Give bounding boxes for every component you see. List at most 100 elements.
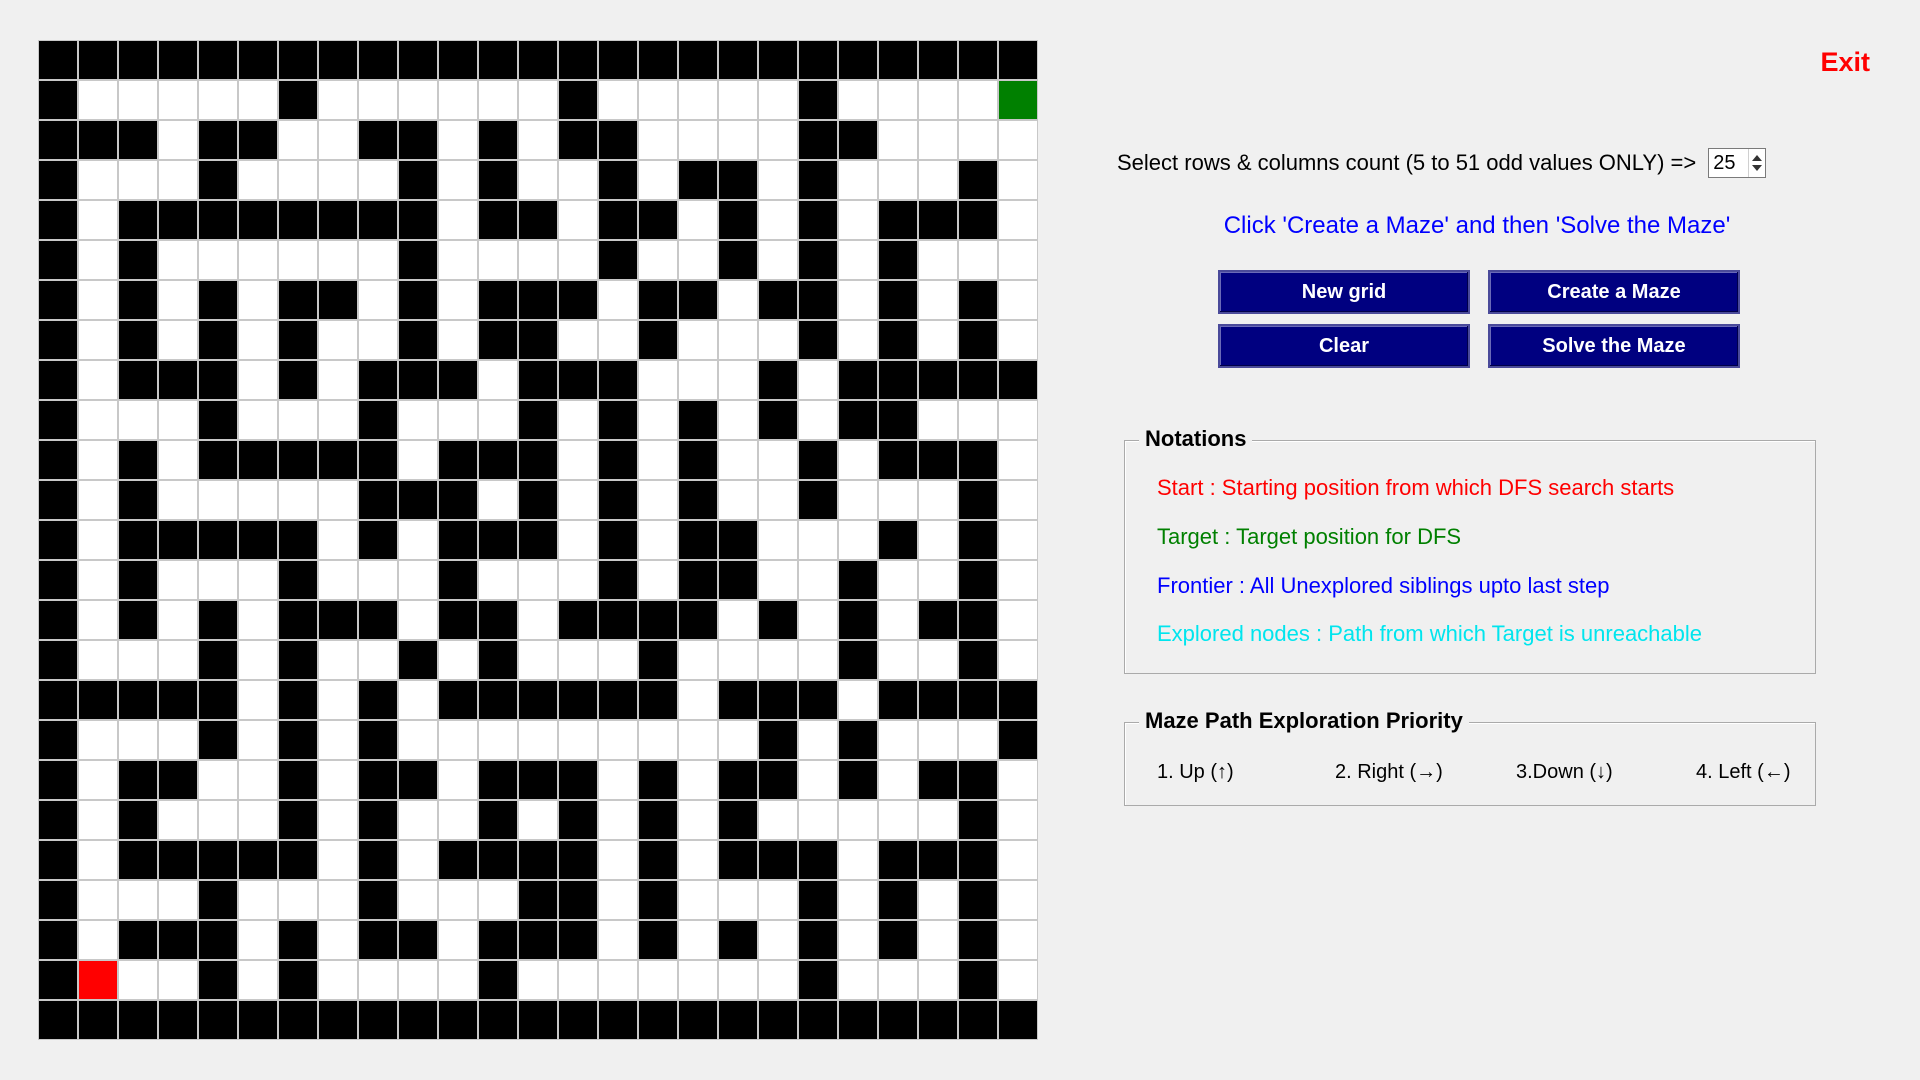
maze-open-cell[interactable] — [118, 400, 158, 440]
maze-open-cell[interactable] — [638, 440, 678, 480]
maze-open-cell[interactable] — [718, 720, 758, 760]
maze-wall-cell[interactable] — [118, 280, 158, 320]
maze-open-cell[interactable] — [78, 200, 118, 240]
maze-open-cell[interactable] — [918, 520, 958, 560]
maze-open-cell[interactable] — [838, 800, 878, 840]
maze-wall-cell[interactable] — [598, 360, 638, 400]
maze-wall-cell[interactable] — [798, 160, 838, 200]
maze-open-cell[interactable] — [678, 880, 718, 920]
maze-open-cell[interactable] — [118, 720, 158, 760]
create-maze-button[interactable]: Create a Maze — [1488, 270, 1740, 314]
maze-wall-cell[interactable] — [518, 400, 558, 440]
maze-wall-cell[interactable] — [198, 920, 238, 960]
maze-open-cell[interactable] — [838, 880, 878, 920]
maze-open-cell[interactable] — [998, 600, 1038, 640]
maze-wall-cell[interactable] — [38, 160, 78, 200]
maze-start-cell[interactable] — [78, 960, 118, 1000]
maze-open-cell[interactable] — [318, 320, 358, 360]
maze-wall-cell[interactable] — [718, 920, 758, 960]
maze-wall-cell[interactable] — [38, 320, 78, 360]
maze-open-cell[interactable] — [638, 400, 678, 440]
maze-open-cell[interactable] — [478, 560, 518, 600]
maze-wall-cell[interactable] — [758, 600, 798, 640]
maze-wall-cell[interactable] — [478, 920, 518, 960]
maze-open-cell[interactable] — [758, 520, 798, 560]
maze-open-cell[interactable] — [878, 720, 918, 760]
maze-wall-cell[interactable] — [478, 280, 518, 320]
maze-open-cell[interactable] — [758, 880, 798, 920]
maze-open-cell[interactable] — [918, 400, 958, 440]
maze-wall-cell[interactable] — [358, 400, 398, 440]
maze-open-cell[interactable] — [838, 440, 878, 480]
maze-open-cell[interactable] — [878, 120, 918, 160]
maze-wall-cell[interactable] — [478, 200, 518, 240]
maze-wall-cell[interactable] — [198, 400, 238, 440]
maze-wall-cell[interactable] — [678, 520, 718, 560]
maze-open-cell[interactable] — [238, 920, 278, 960]
maze-open-cell[interactable] — [878, 800, 918, 840]
maze-open-cell[interactable] — [678, 120, 718, 160]
maze-wall-cell[interactable] — [118, 360, 158, 400]
maze-wall-cell[interactable] — [478, 960, 518, 1000]
maze-wall-cell[interactable] — [518, 840, 558, 880]
maze-wall-cell[interactable] — [678, 440, 718, 480]
maze-open-cell[interactable] — [558, 960, 598, 1000]
maze-open-cell[interactable] — [838, 160, 878, 200]
maze-wall-cell[interactable] — [198, 160, 238, 200]
maze-open-cell[interactable] — [118, 960, 158, 1000]
maze-open-cell[interactable] — [598, 800, 638, 840]
maze-open-cell[interactable] — [278, 400, 318, 440]
maze-open-cell[interactable] — [598, 80, 638, 120]
maze-open-cell[interactable] — [518, 640, 558, 680]
maze-wall-cell[interactable] — [478, 640, 518, 680]
maze-wall-cell[interactable] — [198, 440, 238, 480]
maze-open-cell[interactable] — [318, 560, 358, 600]
maze-wall-cell[interactable] — [198, 680, 238, 720]
maze-open-cell[interactable] — [478, 400, 518, 440]
maze-wall-cell[interactable] — [518, 480, 558, 520]
maze-wall-cell[interactable] — [998, 40, 1038, 80]
maze-wall-cell[interactable] — [358, 840, 398, 880]
maze-wall-cell[interactable] — [238, 1000, 278, 1040]
maze-open-cell[interactable] — [558, 520, 598, 560]
maze-open-cell[interactable] — [958, 80, 998, 120]
maze-open-cell[interactable] — [118, 640, 158, 680]
maze-wall-cell[interactable] — [278, 600, 318, 640]
maze-wall-cell[interactable] — [798, 1000, 838, 1040]
maze-open-cell[interactable] — [78, 560, 118, 600]
maze-wall-cell[interactable] — [838, 1000, 878, 1040]
maze-open-cell[interactable] — [78, 600, 118, 640]
maze-open-cell[interactable] — [158, 160, 198, 200]
maze-open-cell[interactable] — [278, 480, 318, 520]
maze-wall-cell[interactable] — [998, 360, 1038, 400]
maze-open-cell[interactable] — [158, 280, 198, 320]
maze-open-cell[interactable] — [438, 240, 478, 280]
maze-wall-cell[interactable] — [238, 120, 278, 160]
maze-wall-cell[interactable] — [518, 880, 558, 920]
maze-wall-cell[interactable] — [118, 320, 158, 360]
maze-wall-cell[interactable] — [118, 40, 158, 80]
maze-wall-cell[interactable] — [358, 600, 398, 640]
maze-open-cell[interactable] — [838, 80, 878, 120]
maze-open-cell[interactable] — [678, 680, 718, 720]
maze-wall-cell[interactable] — [158, 680, 198, 720]
maze-open-cell[interactable] — [678, 640, 718, 680]
maze-open-cell[interactable] — [78, 840, 118, 880]
maze-open-cell[interactable] — [638, 120, 678, 160]
maze-wall-cell[interactable] — [598, 240, 638, 280]
maze-wall-cell[interactable] — [878, 680, 918, 720]
maze-wall-cell[interactable] — [118, 200, 158, 240]
maze-wall-cell[interactable] — [918, 200, 958, 240]
maze-open-cell[interactable] — [78, 760, 118, 800]
clear-button[interactable]: Clear — [1218, 324, 1470, 368]
maze-open-cell[interactable] — [78, 240, 118, 280]
maze-wall-cell[interactable] — [558, 1000, 598, 1040]
maze-wall-cell[interactable] — [918, 600, 958, 640]
maze-wall-cell[interactable] — [358, 440, 398, 480]
maze-open-cell[interactable] — [838, 280, 878, 320]
maze-wall-cell[interactable] — [398, 280, 438, 320]
maze-wall-cell[interactable] — [918, 840, 958, 880]
maze-wall-cell[interactable] — [598, 1000, 638, 1040]
maze-wall-cell[interactable] — [478, 440, 518, 480]
maze-open-cell[interactable] — [798, 520, 838, 560]
